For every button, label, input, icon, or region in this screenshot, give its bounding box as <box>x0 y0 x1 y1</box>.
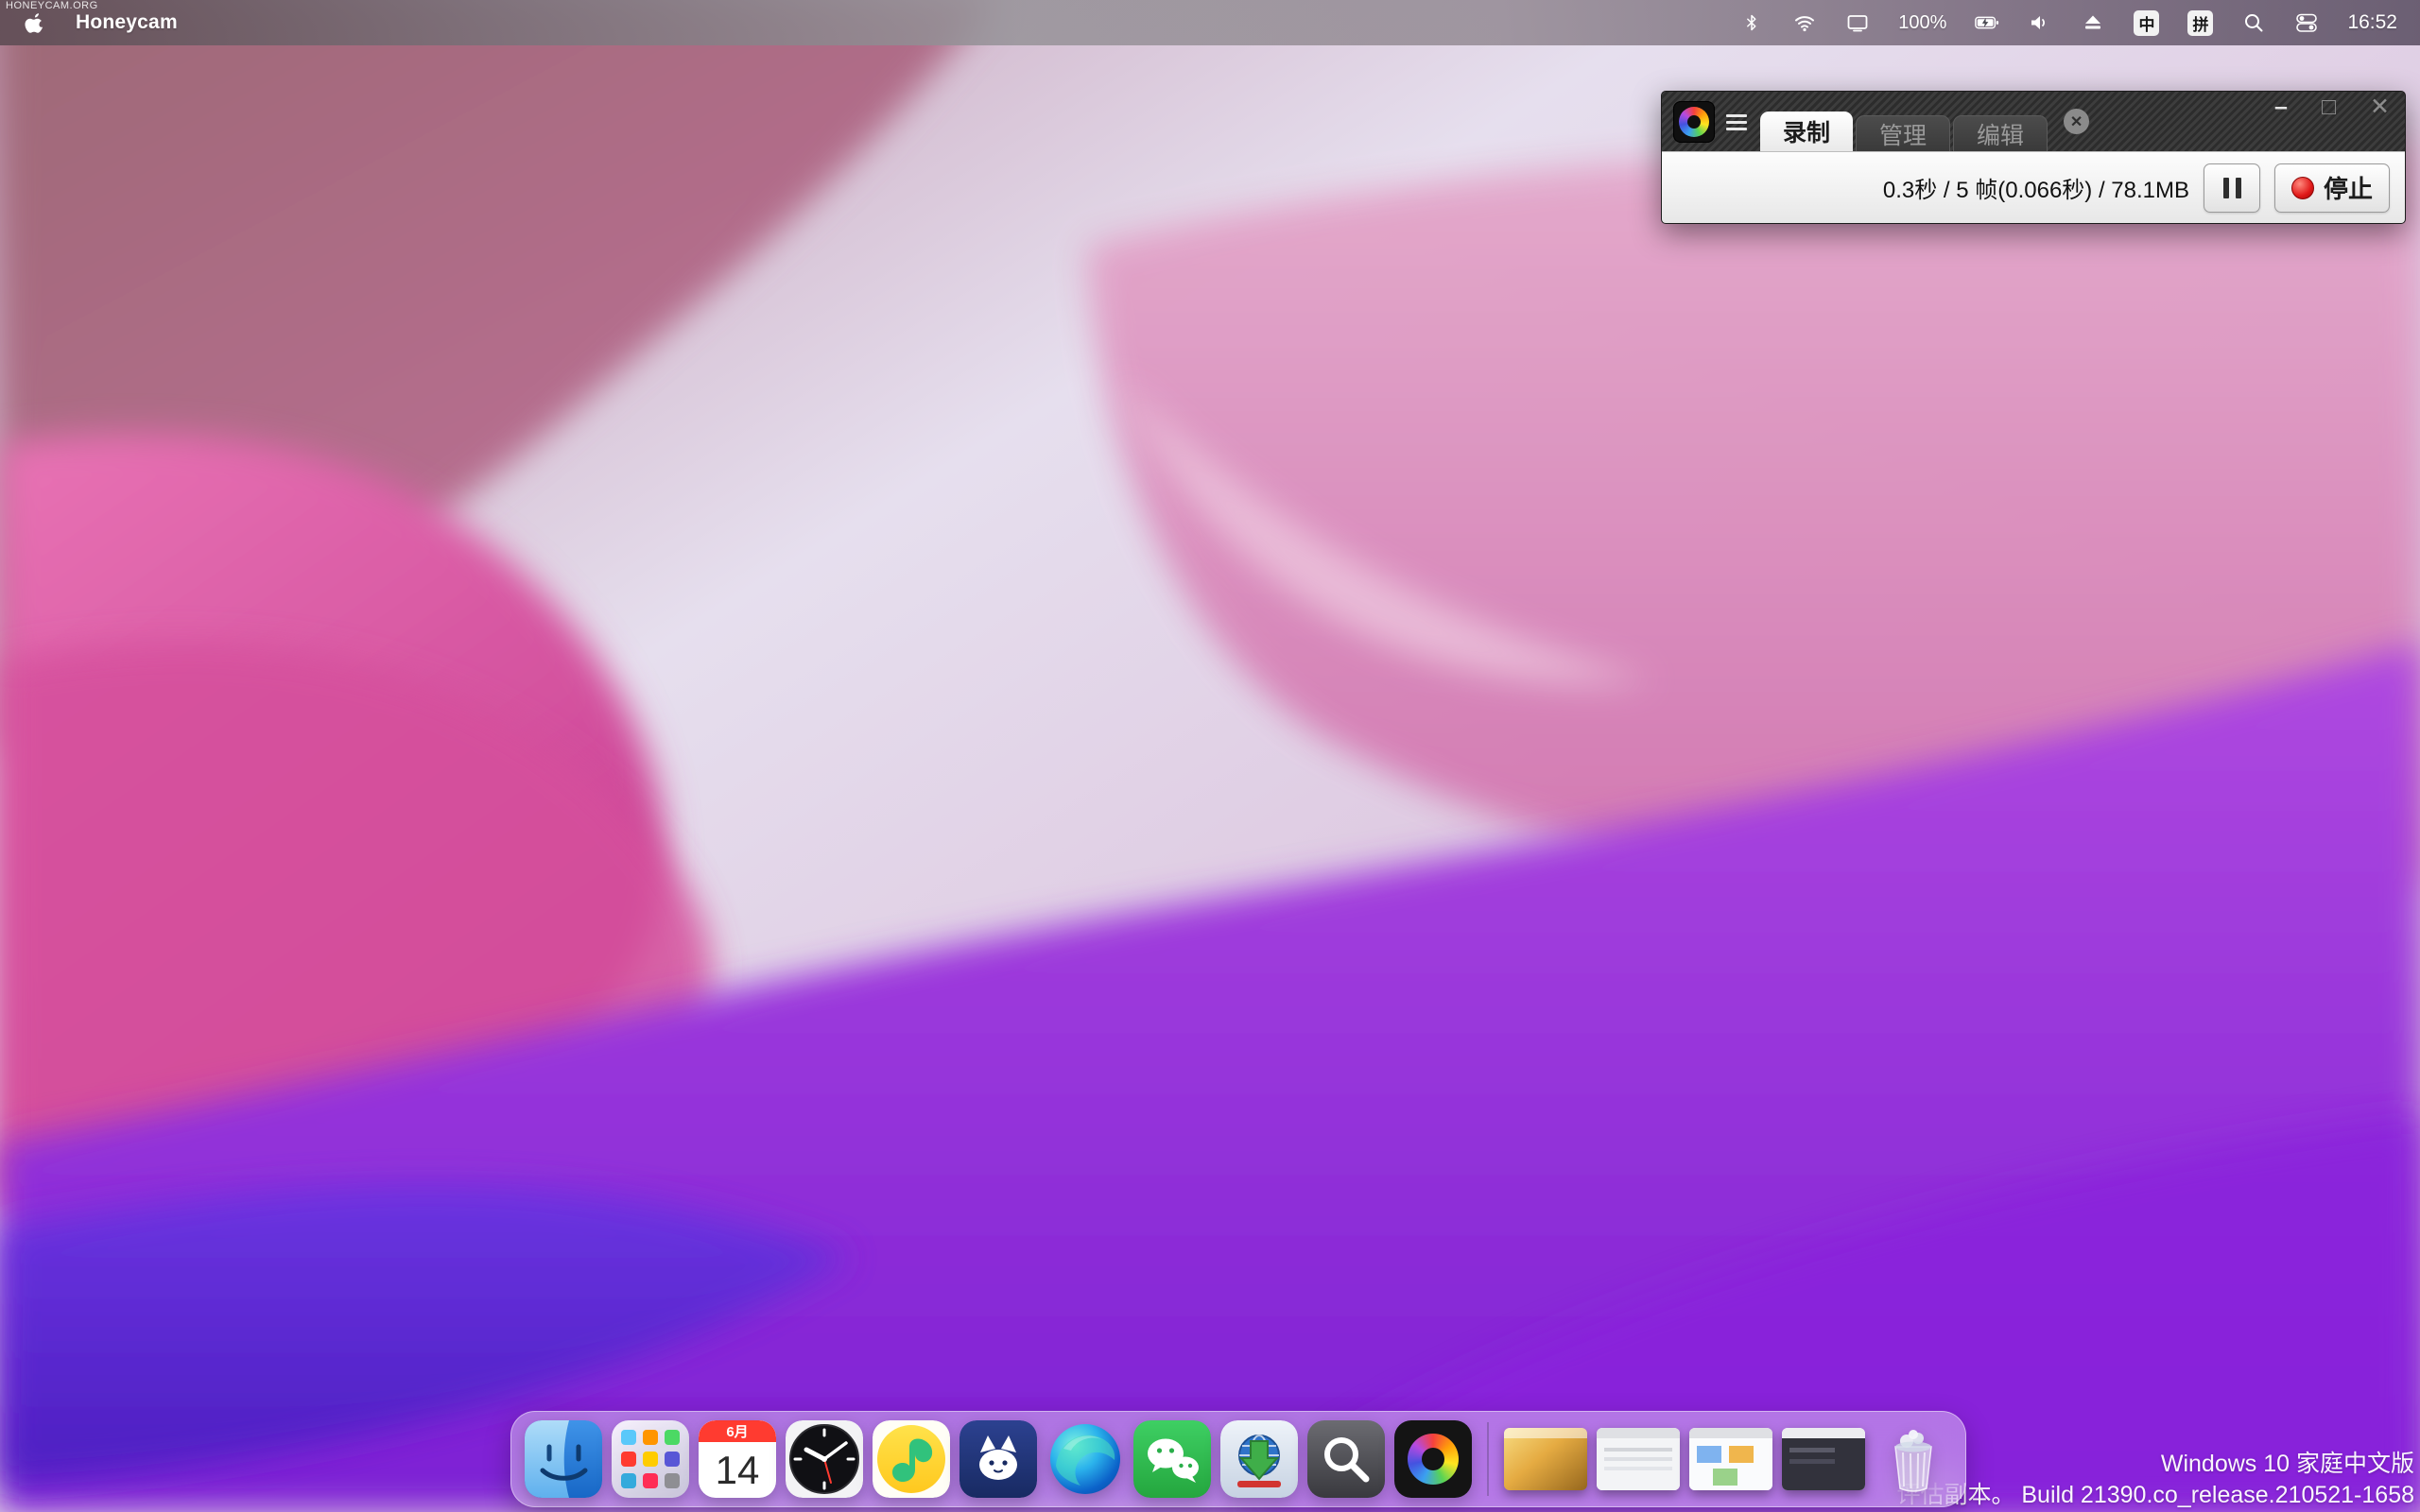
ime-zh-icon[interactable]: 中 <box>2134 10 2159 36</box>
honeycam-record-toolbar: 0.3秒 / 5 帧(0.066秒) / 78.1MB 停止 <box>1662 151 2405 223</box>
record-dot-icon <box>2291 177 2314 199</box>
ime-pinyin-icon[interactable]: 拼 <box>2187 10 2213 36</box>
calendar-icon[interactable]: 6月 14 <box>699 1420 776 1498</box>
finder-icon[interactable] <box>525 1420 602 1498</box>
spotlight-search-icon[interactable] <box>2241 10 2266 35</box>
apple-menu-icon[interactable] <box>23 10 47 35</box>
maximize-button[interactable]: □ <box>2322 95 2336 119</box>
launchpad-grid <box>621 1430 680 1488</box>
calendar-month-label: 6月 <box>699 1420 776 1442</box>
stop-button[interactable]: 停止 <box>2274 163 2390 213</box>
dock: 6月 14 <box>510 1411 1966 1507</box>
bluetooth-icon[interactable] <box>1739 10 1764 35</box>
blue-cat-app-icon[interactable] <box>959 1420 1037 1498</box>
edge-icon[interactable] <box>1046 1420 1124 1498</box>
honeycam-corner-watermark: HONEYCAM.ORG <box>6 1 98 11</box>
eject-icon[interactable] <box>2081 10 2105 35</box>
windows-watermark-line1: Windows 10 家庭中文版 <box>1896 1449 2414 1480</box>
circle-close-icon[interactable]: ✕ <box>2064 109 2089 134</box>
tab-record[interactable]: 录制 <box>1760 112 1853 151</box>
recording-status-text: 0.3秒 / 5 帧(0.066秒) / 78.1MB <box>1883 171 2189 204</box>
volume-icon[interactable] <box>2028 10 2052 35</box>
battery-charging-icon[interactable] <box>1975 10 1999 35</box>
menu-bar-clock[interactable]: 16:52 <box>2347 11 2397 34</box>
minimized-window-thumbnail-4[interactable] <box>1782 1428 1865 1490</box>
minimized-window-thumbnail-3[interactable] <box>1689 1428 1772 1490</box>
minimized-window-thumbnail-2[interactable] <box>1597 1428 1680 1490</box>
active-app-name[interactable]: Honeycam <box>76 11 178 34</box>
close-button[interactable]: ✕ <box>2370 95 2390 119</box>
hamburger-menu-icon[interactable] <box>1726 114 1747 130</box>
window-controls: – □ ✕ <box>2274 95 2390 119</box>
qq-music-icon[interactable] <box>873 1420 950 1498</box>
color-wheel-icon <box>1408 1434 1459 1485</box>
control-center-icon[interactable] <box>2294 10 2319 35</box>
pause-button[interactable] <box>2204 163 2260 213</box>
tab-record-label: 录制 <box>1783 114 1830 148</box>
clock-icon[interactable] <box>786 1420 863 1498</box>
idm-icon[interactable] <box>1220 1420 1298 1498</box>
tab-manage[interactable]: 管理 <box>1856 115 1950 151</box>
minimized-window-thumbnail-1[interactable] <box>1504 1428 1587 1490</box>
calendar-day-label: 14 <box>699 1442 776 1498</box>
search-app-icon[interactable] <box>1307 1420 1385 1498</box>
display-mirroring-icon[interactable] <box>1845 10 1870 35</box>
battery-percent-label: 100% <box>1898 12 1946 34</box>
honeycam-logo-icon[interactable] <box>1673 101 1715 143</box>
honeycam-window: 录制 管理 编辑 ✕ – □ ✕ 0.3秒 / 5 帧(0.066秒) / 78… <box>1661 91 2406 224</box>
trash-icon[interactable] <box>1875 1420 1952 1498</box>
minimize-button[interactable]: – <box>2274 95 2288 119</box>
windows-watermark: Windows 10 家庭中文版 评估副本。 Build 21390.co_re… <box>1896 1449 2414 1510</box>
tab-edit-label: 编辑 <box>1977 117 2024 151</box>
honeycam-dock-icon[interactable] <box>1394 1420 1472 1498</box>
tab-manage-label: 管理 <box>1879 117 1927 151</box>
windows-watermark-line2: 评估副本。 Build 21390.co_release.210521-1658 <box>1896 1480 2414 1511</box>
tab-edit[interactable]: 编辑 <box>1953 115 2048 151</box>
honeycam-tab-bar: 录制 管理 编辑 <box>1760 112 2050 151</box>
color-wheel-icon <box>1679 107 1709 137</box>
launchpad-icon[interactable] <box>612 1420 689 1498</box>
desktop-wallpaper <box>0 0 2420 1512</box>
wechat-icon[interactable] <box>1133 1420 1211 1498</box>
menu-bar: Honeycam 100% <box>0 0 2420 45</box>
honeycam-titlebar[interactable]: 录制 管理 编辑 ✕ – □ ✕ <box>1662 92 2405 151</box>
stop-button-label: 停止 <box>2324 170 2373 205</box>
wifi-icon[interactable] <box>1792 10 1817 35</box>
dock-separator <box>1487 1422 1489 1496</box>
